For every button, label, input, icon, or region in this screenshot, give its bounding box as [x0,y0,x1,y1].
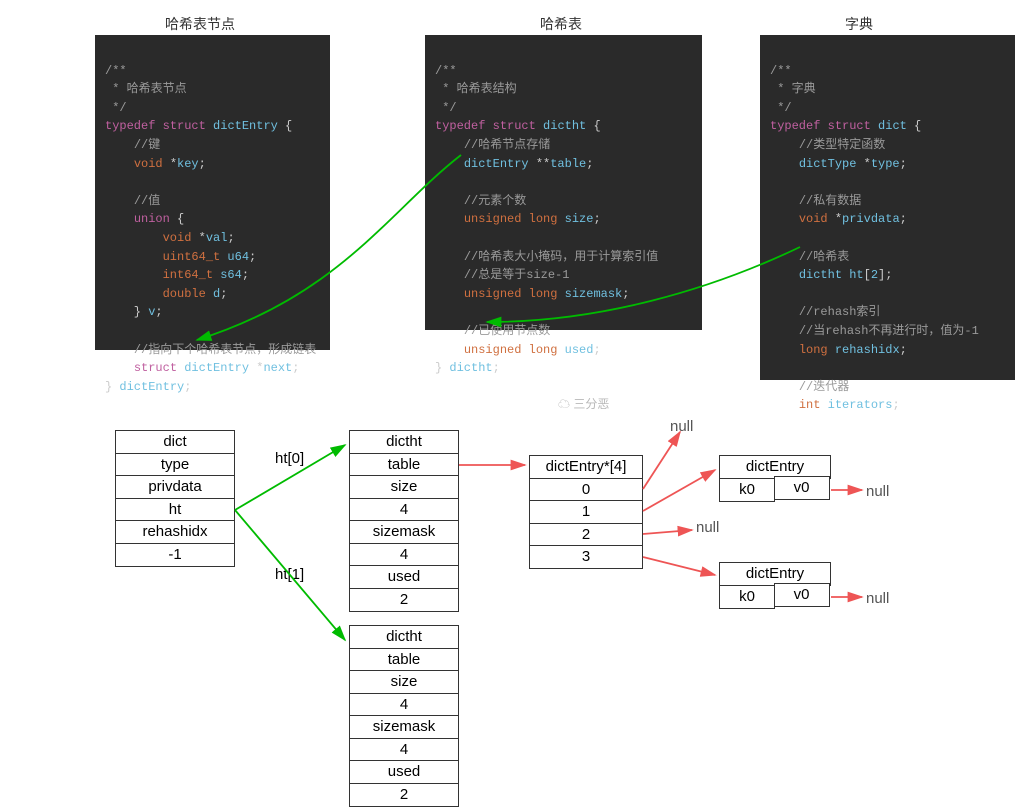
dict-cell: privdata [115,475,235,499]
ht1-label: ht[1] [275,566,304,583]
entries-idx: 3 [529,545,643,569]
dictht-cell: table [349,453,459,477]
code-dictentry: /** * 哈希表节点 */ typedef struct dictEntry … [95,35,330,350]
null-0: null [670,418,693,435]
entries-box: dictEntry*[4] 0 1 2 3 [529,455,643,569]
entry-v: v0 [774,476,830,500]
dict-cell: dict [115,430,235,454]
dictht-cell: dictht [349,625,459,649]
title-dict: 字典 [845,14,873,34]
dictht-cell: used [349,760,459,784]
dictht-cell: table [349,648,459,672]
dictentry-b: dictEntry k0 v0 [719,562,831,609]
dictht-cell: size [349,670,459,694]
dictht-cell: 2 [349,783,459,807]
ht0-label: ht[0] [275,450,304,467]
dictentry-a: dictEntry k0 v0 [719,455,831,502]
dict-box: dict type privdata ht rehashidx -1 [115,430,235,567]
entries-idx: 1 [529,500,643,524]
dictht-cell: sizemask [349,520,459,544]
null-3: null [866,590,889,607]
null-1: null [866,483,889,500]
dictht-cell: 4 [349,498,459,522]
dictht-box-1: dictht table size 4 sizemask 4 used 2 [349,625,459,807]
entry-k: k0 [719,478,775,502]
dictht-cell: dictht [349,430,459,454]
dictht-cell: used [349,565,459,589]
entries-idx: 0 [529,478,643,502]
dict-cell: type [115,453,235,477]
dictht-cell: sizemask [349,715,459,739]
code-dict: /** * 字典 */ typedef struct dict { //类型特定… [760,35,1015,380]
dictht-cell: 4 [349,738,459,762]
entries-title: dictEntry*[4] [529,455,643,479]
code-dictht: /** * 哈希表结构 */ typedef struct dictht { /… [425,35,702,330]
title-dictht: 哈希表 [540,14,582,34]
dict-cell: ht [115,498,235,522]
dict-cell: -1 [115,543,235,567]
dictht-cell: 4 [349,543,459,567]
dictht-cell: 4 [349,693,459,717]
null-2: null [696,519,719,536]
watermark: ☁ 三分恶 [558,395,609,412]
entries-idx: 2 [529,523,643,547]
dictht-cell: 2 [349,588,459,612]
entry-k: k0 [719,585,775,609]
dict-cell: rehashidx [115,520,235,544]
dictht-cell: size [349,475,459,499]
entry-v: v0 [774,583,830,607]
title-dictentry: 哈希表节点 [165,14,235,34]
dictht-box-0: dictht table size 4 sizemask 4 used 2 [349,430,459,612]
